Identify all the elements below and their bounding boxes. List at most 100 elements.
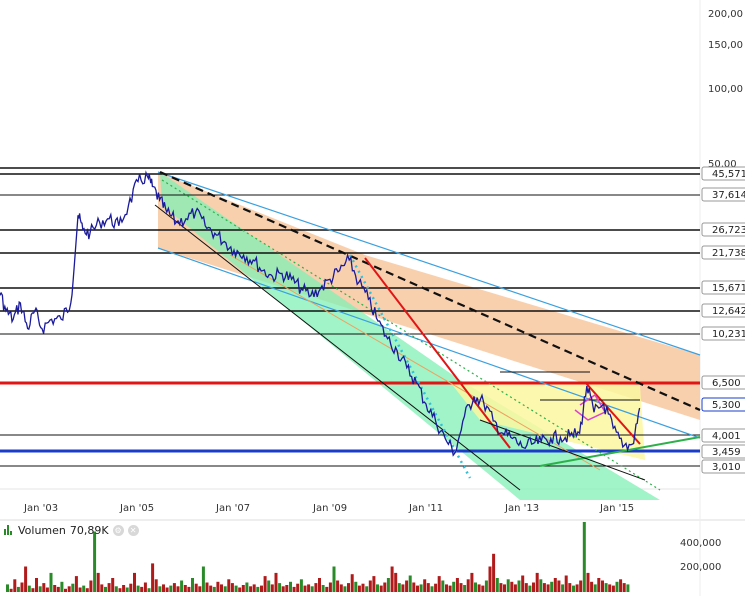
svg-text:5,300: 5,300 bbox=[712, 400, 741, 411]
volume-bar bbox=[321, 585, 325, 592]
volume-bar bbox=[260, 585, 263, 592]
svg-text:10,231: 10,231 bbox=[712, 329, 745, 340]
volume-bar bbox=[100, 584, 104, 592]
volume-bar bbox=[608, 584, 612, 592]
volume-bar bbox=[6, 584, 9, 592]
volume-bar bbox=[445, 584, 448, 592]
volume-bar bbox=[564, 575, 568, 592]
volume-bar bbox=[278, 583, 282, 592]
volume-bar bbox=[20, 582, 24, 592]
volume-bar bbox=[220, 584, 223, 592]
volume-bar bbox=[96, 572, 100, 592]
volume-bar bbox=[147, 588, 151, 592]
volume-bar bbox=[230, 583, 234, 592]
x-tick-jan-13: Jan '13 bbox=[504, 503, 539, 514]
volume-bar bbox=[223, 586, 227, 592]
volume-bar bbox=[35, 578, 38, 592]
volume-bar bbox=[212, 586, 216, 592]
svg-text:26,723: 26,723 bbox=[712, 225, 745, 236]
volume-bar bbox=[506, 579, 510, 592]
x-tick-jan-15: Jan '15 bbox=[599, 503, 634, 514]
volume-bar bbox=[474, 582, 477, 592]
level-pill-4-001: 4,001 bbox=[701, 428, 745, 443]
volume-bar bbox=[499, 583, 503, 592]
volume-bar bbox=[582, 522, 586, 592]
volume-bar bbox=[183, 585, 187, 592]
volume-bar bbox=[122, 585, 126, 592]
volume-bar bbox=[56, 586, 60, 592]
volume-bar bbox=[528, 585, 532, 592]
volume-bar bbox=[532, 582, 535, 592]
volume-bar bbox=[9, 588, 13, 592]
volume-bar bbox=[611, 585, 615, 592]
volume-bar bbox=[227, 579, 231, 592]
volume-bar bbox=[597, 578, 601, 592]
volume-bar bbox=[361, 583, 365, 592]
volume-bar bbox=[517, 580, 521, 592]
volume-bar bbox=[303, 585, 307, 592]
volume-bar bbox=[357, 585, 361, 592]
level-pill-21-738: 21,738 bbox=[701, 245, 745, 260]
volume-bar bbox=[553, 578, 557, 592]
volume-bar bbox=[336, 580, 340, 592]
volume-bar bbox=[154, 579, 158, 592]
volume-bar bbox=[24, 566, 28, 592]
volume-bar bbox=[256, 586, 260, 592]
volume-bar bbox=[89, 580, 93, 592]
level-pill-5-300: 5,300 bbox=[701, 397, 745, 412]
volume-bar bbox=[401, 584, 405, 592]
settings-icon[interactable]: ⚙ bbox=[112, 524, 124, 536]
volume-bar bbox=[484, 580, 488, 592]
volume-bar bbox=[241, 585, 245, 592]
svg-text:3,459: 3,459 bbox=[712, 447, 741, 458]
level-pill-15-671: 15,671 bbox=[701, 280, 745, 295]
volume-bar bbox=[347, 583, 350, 592]
volume-bar bbox=[379, 585, 383, 592]
volume-bar bbox=[198, 586, 202, 592]
volume-bar bbox=[593, 584, 597, 592]
volume-bar bbox=[397, 583, 401, 592]
volume-bar bbox=[238, 587, 242, 592]
close-icon[interactable]: ✕ bbox=[127, 524, 139, 536]
volume-bar bbox=[281, 586, 285, 592]
volume-bar bbox=[270, 584, 274, 592]
volume-bar bbox=[107, 583, 111, 592]
svg-text:15,671: 15,671 bbox=[712, 283, 745, 294]
volume-bar bbox=[495, 578, 499, 592]
volume-bar bbox=[510, 581, 514, 592]
volume-bar bbox=[332, 566, 336, 592]
volume-bar bbox=[194, 583, 198, 592]
volume-bar bbox=[386, 578, 390, 592]
volume-legend-label: Volumen bbox=[18, 523, 66, 537]
volume-bar bbox=[328, 582, 332, 592]
volume-bar bbox=[310, 586, 314, 592]
volume-bar bbox=[441, 580, 445, 592]
volume-bar bbox=[561, 584, 565, 592]
volume-bar bbox=[133, 572, 136, 592]
volume-bar bbox=[129, 583, 133, 592]
level-pill-37-614: 37,614 bbox=[701, 187, 745, 202]
x-tick-jan-09: Jan '09 bbox=[312, 503, 347, 514]
volume-bar bbox=[615, 581, 619, 592]
volume-bar bbox=[42, 583, 46, 592]
volume-bar bbox=[372, 576, 376, 592]
volume-axis-label-400k: 400,000 bbox=[680, 538, 721, 549]
stock-chart: 200,00 150,00 100,00 50,00 45,571 37,614… bbox=[0, 0, 745, 596]
chart-stage: 200,00 150,00 100,00 50,00 45,571 37,614… bbox=[0, 0, 745, 596]
x-tick-jan-07: Jan '07 bbox=[215, 503, 250, 514]
volume-bar bbox=[590, 581, 594, 592]
volume-bar bbox=[579, 580, 583, 592]
volume-bar bbox=[488, 566, 492, 592]
x-tick-jan-03: Jan '03 bbox=[23, 503, 58, 514]
volume-bar bbox=[575, 584, 579, 592]
volume-bar bbox=[209, 585, 213, 592]
volume-bar bbox=[448, 585, 452, 592]
x-tick-jan-11: Jan '11 bbox=[408, 503, 443, 514]
volume-bar bbox=[307, 584, 311, 592]
volume-bar bbox=[78, 587, 82, 592]
volume-bar bbox=[434, 583, 438, 592]
volume-bar bbox=[416, 585, 419, 592]
volume-bar bbox=[285, 585, 289, 592]
volume-bar bbox=[419, 584, 423, 592]
volume-bar bbox=[151, 563, 155, 592]
